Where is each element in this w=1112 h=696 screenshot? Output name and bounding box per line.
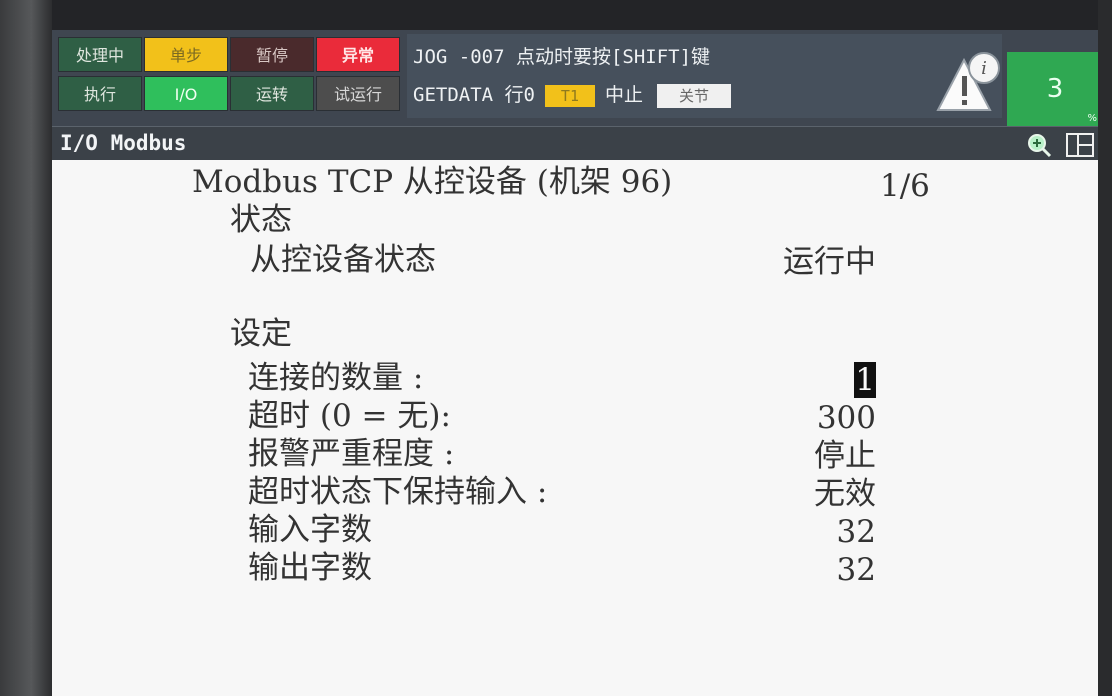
input-words-value[interactable]: 32 (837, 514, 876, 550)
connection-count-label: 连接的数量 : (248, 360, 424, 396)
slave-status-value: 运行中 (783, 244, 876, 280)
status-bar: 处理中 单步 暂停 异常 执行 I/O 运转 试运行 JOG -007 点动时要… (52, 30, 1098, 128)
keep-input-label: 超时状态下保持输入 : (248, 474, 548, 510)
warning-info-icon[interactable]: i (934, 48, 1004, 118)
joint-coord-badge: 关节 (656, 83, 731, 108)
status-hold-button[interactable]: 暂停 (230, 37, 314, 72)
speed-override-value: 3 (1046, 74, 1064, 104)
t1-mode-badge: T1 (544, 84, 595, 107)
modbus-settings-panel: Modbus TCP 从控设备 (机架 96) 1/6 状态 从控设备状态 运行… (52, 160, 1098, 696)
status-prod-button[interactable]: 运转 (230, 76, 314, 111)
slave-status-label: 从控设备状态 (250, 242, 436, 278)
status-io-button[interactable]: I/O (144, 76, 228, 111)
teach-pendant-screen: 处理中 单步 暂停 异常 执行 I/O 运转 试运行 JOG -007 点动时要… (52, 30, 1098, 696)
status-section-heading: 状态 (230, 202, 292, 238)
settings-section-heading: 设定 (230, 316, 292, 352)
zoom-in-icon[interactable] (1026, 132, 1052, 158)
status-fault-button[interactable]: 异常 (316, 37, 400, 72)
page-indicator: 1/6 (880, 168, 930, 204)
speed-override-unit: % (1087, 113, 1097, 124)
program-line-text: GETDATA 行0 (413, 84, 535, 106)
message-line-2: GETDATA 行0 T1 中止 关节 (413, 80, 731, 108)
speed-override-button[interactable]: 3 % (1007, 52, 1098, 128)
status-step-button[interactable]: 单步 (144, 37, 228, 72)
alarm-severity-label: 报警严重程度 : (248, 436, 455, 472)
status-busy-button[interactable]: 处理中 (58, 37, 142, 72)
connection-count-value[interactable]: 1 (854, 362, 876, 398)
timeout-value[interactable]: 300 (817, 400, 876, 436)
timeout-label: 超时 (0 = 无): (248, 398, 451, 434)
device-heading: Modbus TCP 从控设备 (机架 96) (192, 164, 673, 200)
bezel-right (1098, 0, 1112, 696)
output-words-value[interactable]: 32 (837, 552, 876, 588)
keep-input-value[interactable]: 无效 (814, 476, 876, 512)
status-tcyc-button[interactable]: 试运行 (316, 76, 400, 111)
status-run-button[interactable]: 执行 (58, 76, 142, 111)
abort-status-text: 中止 (604, 84, 643, 106)
alarm-severity-value[interactable]: 停止 (814, 438, 876, 474)
svg-text:i: i (981, 58, 987, 79)
message-line-1: JOG -007 点动时要按[SHIFT]键 (413, 46, 711, 68)
bezel-left (0, 0, 52, 696)
output-words-label: 输出字数 (248, 550, 372, 586)
input-words-label: 输入字数 (248, 512, 372, 548)
title-bar: I/O Modbus (52, 126, 1098, 161)
page-title: I/O Modbus (60, 131, 187, 155)
screen-split-icon[interactable] (1066, 133, 1094, 157)
message-panel: JOG -007 点动时要按[SHIFT]键 GETDATA 行0 T1 中止 关节 (407, 34, 1002, 118)
connection-count-cursor[interactable]: 1 (854, 362, 876, 398)
